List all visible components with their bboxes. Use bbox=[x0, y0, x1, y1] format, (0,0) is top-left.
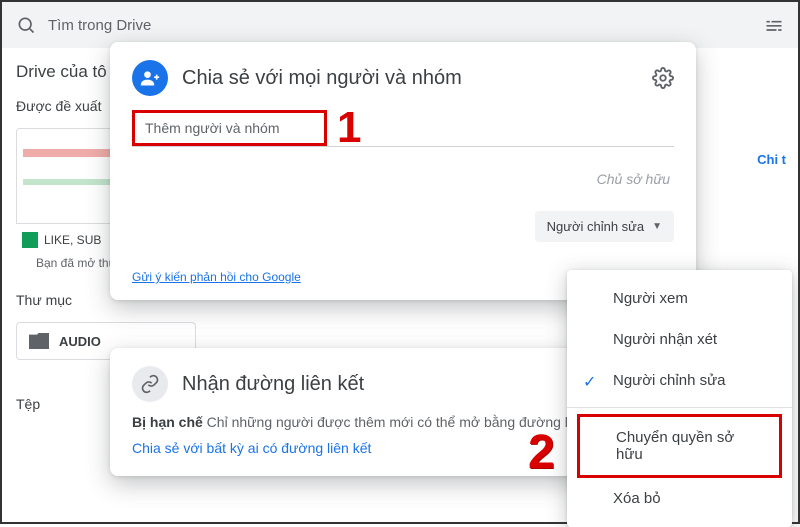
owner-label: Chủ sở hữu bbox=[132, 171, 674, 187]
role-dropdown-label: Người chỉnh sửa bbox=[547, 219, 644, 234]
people-icon bbox=[132, 60, 168, 96]
add-people-input[interactable]: Thêm người và nhóm bbox=[132, 110, 327, 146]
settings-button[interactable] bbox=[652, 67, 674, 89]
share-dialog: Chia sẻ với mọi người và nhóm Thêm người… bbox=[110, 42, 696, 300]
role-option-editor[interactable]: Người chỉnh sửa bbox=[567, 360, 792, 401]
role-dropdown[interactable]: Người chỉnh sửa ▼ bbox=[535, 211, 674, 242]
role-option-remove[interactable]: Xóa bỏ bbox=[567, 478, 792, 519]
link-icon bbox=[132, 366, 168, 402]
share-title: Chia sẻ với mọi người và nhóm bbox=[182, 67, 638, 90]
annotation-1: 1 bbox=[337, 110, 361, 146]
role-option-viewer[interactable]: Người xem bbox=[567, 278, 792, 319]
annotation-2: 2 bbox=[528, 425, 555, 480]
role-option-transfer-ownership[interactable]: Chuyển quyền sở hữu bbox=[577, 414, 782, 478]
get-link-title: Nhận đường liên kết bbox=[182, 373, 364, 396]
role-option-commenter[interactable]: Người nhận xét bbox=[567, 319, 792, 360]
menu-separator bbox=[567, 407, 792, 408]
chevron-down-icon: ▼ bbox=[652, 221, 662, 232]
role-menu: Người xem Người nhận xét Người chỉnh sửa… bbox=[567, 270, 792, 527]
